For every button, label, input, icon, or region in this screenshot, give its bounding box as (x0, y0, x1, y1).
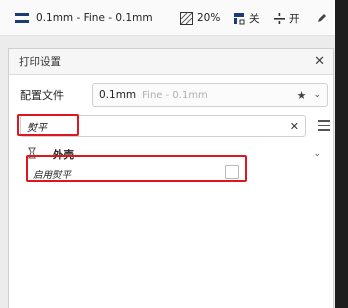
profile-value: 0.1mm (99, 89, 137, 101)
edit-icon (317, 13, 327, 23)
support-icon (233, 12, 245, 25)
top-toolbar: 0.1mm - Fine - 0.1mm 20% 关 开 (0, 0, 348, 36)
star-icon[interactable]: ★ (297, 89, 307, 102)
infill-value: 20% (197, 12, 221, 24)
adhesion-setting[interactable]: 开 (274, 0, 300, 36)
category-label: 外壳 (53, 148, 74, 161)
profile-row: 配置文件 0.1mm Fine - 0.1mm ★ ⌄ (20, 83, 328, 107)
support-value: 关 (249, 12, 260, 25)
setting-label: 启用熨平 (33, 170, 72, 181)
adhesion-icon (274, 12, 285, 24)
infill-icon (180, 11, 193, 25)
shell-category-icon (27, 147, 37, 162)
settings-search-input[interactable]: 熨平 ✕ (20, 115, 306, 137)
setting-row-ironing: 启用熨平 (33, 166, 253, 182)
infill-setting[interactable]: 20% (180, 0, 220, 36)
profile-subtext: Fine - 0.1mm (142, 89, 208, 101)
panel-header: 打印设置 ✕ (9, 49, 333, 75)
chevron-down-icon[interactable]: ⌄ (313, 149, 321, 159)
enable-ironing-checkbox[interactable] (225, 165, 239, 179)
profile-text: 0.1mm - Fine - 0.1mm (36, 12, 153, 24)
support-setting[interactable]: 关 (233, 0, 260, 36)
search-text: 熨平 (27, 122, 47, 134)
edit-button[interactable] (317, 0, 327, 36)
side-strip (335, 0, 348, 308)
printer-profile-icon (15, 13, 29, 23)
chevron-down-icon[interactable]: ⌄ (313, 90, 321, 100)
profile-dropdown[interactable]: 0.1mm Fine - 0.1mm ★ ⌄ (92, 83, 328, 107)
profile-selector[interactable]: 0.1mm - Fine - 0.1mm (15, 0, 153, 36)
category-shell[interactable]: 外壳 ⌄ (27, 146, 327, 162)
menu-icon[interactable] (317, 117, 331, 135)
clear-icon[interactable]: ✕ (290, 120, 299, 133)
adhesion-value: 开 (289, 12, 300, 25)
close-icon[interactable]: ✕ (314, 54, 325, 69)
panel-title: 打印设置 (19, 56, 61, 68)
profile-label: 配置文件 (20, 89, 64, 102)
print-settings-panel: 打印设置 ✕ 配置文件 0.1mm Fine - 0.1mm ★ ⌄ 熨平 ✕ … (8, 48, 334, 308)
